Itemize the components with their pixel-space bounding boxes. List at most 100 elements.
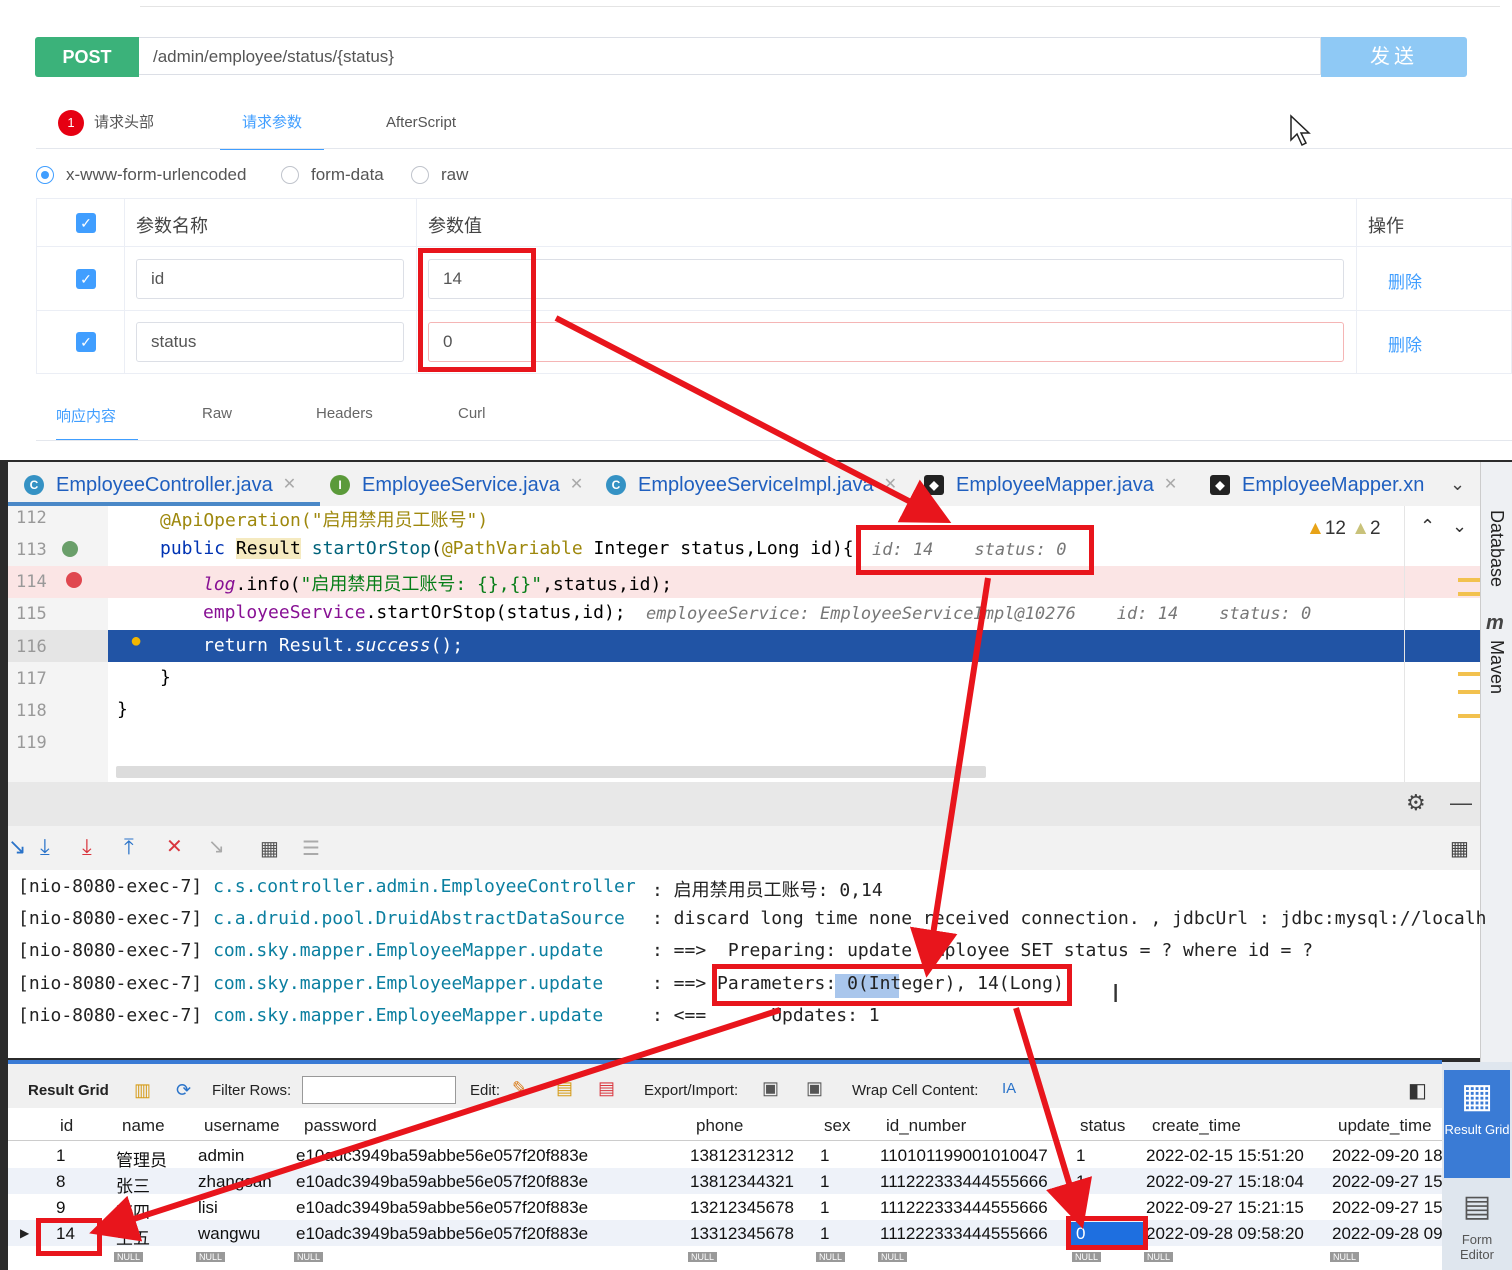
new-row-placeholder[interactable]: NULL NULL NULL NULL NULL NULL NULL NULL …	[20, 1252, 1440, 1266]
next-highlight-chevron-icon[interactable]: ⌄	[1452, 516, 1467, 537]
send-button[interactable]: 发送	[1321, 37, 1467, 77]
column-header[interactable]: id	[60, 1116, 73, 1136]
breakpoint-icon[interactable]	[66, 572, 82, 588]
param-name-input-status[interactable]: status	[136, 322, 404, 362]
step-over-icon[interactable]: ⤓	[40, 834, 50, 860]
grid-cell[interactable]: 110101199001010047	[880, 1146, 1048, 1166]
delete-param-id-link[interactable]: 删除	[1388, 268, 1422, 293]
tab-request-headers[interactable]: 1 请求头部	[58, 110, 154, 148]
param-checkbox-id[interactable]: ✓	[76, 269, 96, 289]
tab-response-raw[interactable]: Raw	[202, 405, 232, 422]
tabs-dropdown-chevron-icon[interactable]: ⌄	[1450, 474, 1465, 495]
tab-employee-mapper-java[interactable]: ◆ EmployeeMapper.java ✕	[924, 470, 1177, 500]
evaluate-expression-icon[interactable]: ▦	[260, 836, 279, 861]
grid-cell[interactable]: 1	[820, 1172, 829, 1192]
delete-row-icon[interactable]: ▤	[598, 1078, 615, 1099]
add-row-icon[interactable]: ▤	[556, 1078, 573, 1099]
delete-param-status-link[interactable]: 删除	[1388, 331, 1422, 356]
grid-cell[interactable]: 13812312312	[690, 1146, 794, 1166]
grid-cell[interactable]: 2022-09-27 15:21:15	[1146, 1198, 1304, 1218]
grid-cell[interactable]: 2022-09-27 15:18:04	[1146, 1172, 1304, 1192]
column-header[interactable]: update_time	[1338, 1116, 1432, 1136]
grid-cell[interactable]: 1	[1076, 1198, 1085, 1218]
tab-employee-mapper-xml[interactable]: ◆ EmployeeMapper.xn	[1210, 470, 1424, 500]
form-editor-side-button[interactable]: ▤ Form Editor	[1444, 1182, 1510, 1270]
radio-urlencoded[interactable]: x-www-form-urlencoded	[36, 165, 246, 185]
grid-cell[interactable]: 2022-09-27 15	[1332, 1172, 1443, 1192]
minimize-icon[interactable]: —	[1450, 790, 1472, 816]
grid-cell[interactable]: 2022-09-27 15	[1332, 1198, 1443, 1218]
param-value-input-id[interactable]: 14	[428, 259, 1344, 299]
horizontal-scrollbar[interactable]	[116, 766, 986, 778]
grid-cell[interactable]: 李四	[116, 1198, 150, 1223]
tab-request-params[interactable]: 请求参数	[220, 112, 324, 150]
radio-raw[interactable]: raw	[411, 165, 468, 185]
layout-icon[interactable]: ▦	[1450, 836, 1469, 861]
import-icon[interactable]: ▣	[806, 1078, 823, 1099]
grid-cell[interactable]: 13812344321	[690, 1172, 794, 1192]
close-icon[interactable]: ✕	[283, 470, 296, 500]
step-out-icon[interactable]: ⤒	[124, 834, 134, 860]
warnings-indicator[interactable]: ▲12 ▲2	[1306, 518, 1381, 540]
grid-cell[interactable]: 13212345678	[690, 1198, 794, 1218]
grid-cell[interactable]: 1	[820, 1198, 829, 1218]
wrap-cell-icon[interactable]: IA	[1002, 1080, 1016, 1097]
grid-cell[interactable]: 111222333444555666	[880, 1224, 1048, 1244]
grid-cell[interactable]: 111222333444555666	[880, 1198, 1048, 1218]
tab-employee-service-impl[interactable]: C EmployeeServiceImpl.java ✕	[606, 470, 897, 500]
error-stripe[interactable]	[1458, 578, 1480, 758]
toggle-panel-icon[interactable]: ◧	[1408, 1078, 1427, 1103]
grid-cell[interactable]: e10adc3949ba59abbe56e057f20f883e	[296, 1172, 588, 1192]
column-header[interactable]: sex	[824, 1116, 850, 1136]
tab-employee-service[interactable]: I EmployeeService.java ✕	[330, 470, 583, 500]
grid-cell[interactable]: 9	[56, 1198, 65, 1218]
run-to-cursor-icon[interactable]: ↘	[208, 834, 225, 859]
grid-cell[interactable]: 1	[820, 1146, 829, 1166]
param-value-input-status[interactable]: 0	[428, 322, 1344, 362]
grid-cell[interactable]: 2022-09-28 09	[1332, 1224, 1443, 1244]
force-step-into-icon[interactable]: ⤓	[82, 834, 92, 860]
filter-rows-input[interactable]	[302, 1076, 456, 1104]
lightbulb-icon[interactable]: ●	[130, 630, 142, 653]
column-header[interactable]: username	[204, 1116, 280, 1136]
close-icon[interactable]: ✕	[1164, 470, 1177, 500]
grid-cell[interactable]: 1	[1076, 1146, 1085, 1166]
grid-cell[interactable]: e10adc3949ba59abbe56e057f20f883e	[296, 1198, 588, 1218]
param-name-input-id[interactable]: id	[136, 259, 404, 299]
grid-cell[interactable]: 1	[1076, 1172, 1085, 1192]
column-header[interactable]: create_time	[1152, 1116, 1241, 1136]
grid-cell[interactable]: 13312345678	[690, 1224, 794, 1244]
tab-response-content[interactable]: 响应内容	[56, 405, 138, 441]
column-header[interactable]: phone	[696, 1116, 743, 1136]
trace-icon[interactable]: ☰	[302, 836, 320, 861]
grid-cell[interactable]: 8	[56, 1172, 65, 1192]
drop-frame-icon[interactable]: ✕	[166, 834, 183, 859]
result-grid-side-button[interactable]: ▦ Result Grid	[1444, 1070, 1510, 1178]
grid-cell[interactable]: admin	[198, 1146, 244, 1166]
grid-cell[interactable]: 2022-09-28 09:58:20	[1146, 1224, 1304, 1244]
column-header[interactable]: status	[1080, 1116, 1125, 1136]
column-header[interactable]: name	[122, 1116, 165, 1136]
grid-cell[interactable]: e10adc3949ba59abbe56e057f20f883e	[296, 1146, 588, 1166]
prev-highlight-chevron-icon[interactable]: ⌃	[1420, 516, 1435, 537]
grid-cell[interactable]: e10adc3949ba59abbe56e057f20f883e	[296, 1224, 588, 1244]
tab-afterscript[interactable]: AfterScript	[386, 112, 456, 150]
http-method-select[interactable]: POST	[35, 37, 139, 77]
grid-cell[interactable]: 1	[820, 1224, 829, 1244]
grid-cell[interactable]: 2022-09-20 18	[1332, 1146, 1443, 1166]
column-header[interactable]: password	[304, 1116, 377, 1136]
select-all-checkbox[interactable]: ✓	[76, 213, 96, 233]
close-icon[interactable]: ✕	[884, 470, 897, 500]
grid-cell[interactable]: 王五	[116, 1224, 150, 1249]
tab-employee-controller[interactable]: C EmployeeController.java ✕	[24, 470, 296, 500]
edit-row-icon[interactable]: ✎	[512, 1078, 527, 1099]
column-header[interactable]: id_number	[886, 1116, 966, 1136]
grid-cell[interactable]: wangwu	[198, 1224, 260, 1244]
radio-form-data[interactable]: form-data	[281, 165, 384, 185]
database-tool-button[interactable]: Database	[1486, 510, 1507, 587]
grid-cell[interactable]: 管理员	[116, 1146, 167, 1171]
grid-cell[interactable]: 111222333444555666	[880, 1172, 1048, 1192]
grid-cell[interactable]: 1	[56, 1146, 65, 1166]
url-input[interactable]: /admin/employee/status/{status}	[139, 37, 1321, 75]
grid-cell[interactable]: zhangsan	[198, 1172, 272, 1192]
